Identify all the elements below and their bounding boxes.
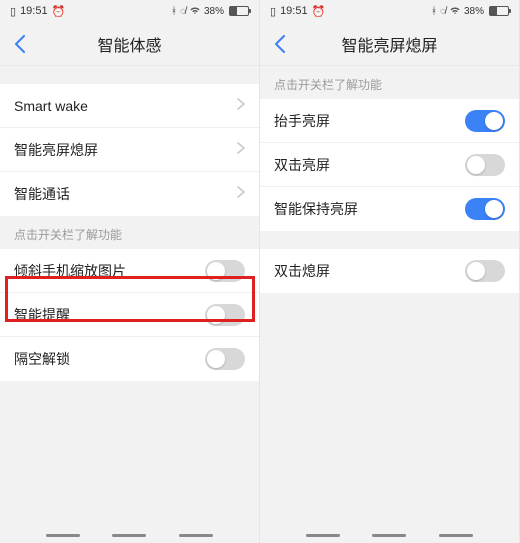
- section-hint: 点击开关栏了解功能: [260, 66, 519, 99]
- row-raise-to-wake[interactable]: 抬手亮屏: [260, 99, 519, 143]
- wifi-icon: [449, 5, 461, 18]
- battery-percent: 38%: [464, 6, 484, 17]
- phone-right: ▯ 19:51 ⏰ ᚼ ◌̸ 38% 智能亮屏熄屏 点击开关栏了解功能 抬手亮屏…: [260, 0, 520, 543]
- toggle-double-tap-wake[interactable]: [465, 154, 505, 176]
- row-smart-screen[interactable]: 智能亮屏熄屏: [0, 128, 259, 172]
- toggle-air-unlock[interactable]: [205, 348, 245, 370]
- nav-key-back[interactable]: [46, 534, 80, 537]
- bluetooth-icon: ᚼ: [431, 6, 437, 17]
- alarm-icon: ⏰: [52, 5, 66, 18]
- row-tilt-zoom[interactable]: 倾斜手机缩放图片: [0, 249, 259, 293]
- mute-icon: ◌̸: [440, 6, 446, 17]
- row-label: 智能提醒: [14, 305, 70, 325]
- toggle-tilt-zoom[interactable]: [205, 260, 245, 282]
- nav-key-home[interactable]: [372, 534, 406, 537]
- back-button[interactable]: [8, 32, 32, 56]
- mute-icon: ◌̸: [180, 6, 186, 17]
- settings-group-1: 抬手亮屏 双击亮屏 智能保持亮屏: [260, 99, 519, 231]
- row-smart-call[interactable]: 智能通话: [0, 172, 259, 216]
- battery-icon: [489, 6, 509, 16]
- row-label: 双击熄屏: [274, 261, 330, 281]
- status-time: 19:51: [280, 5, 308, 17]
- nav-key-home[interactable]: [112, 534, 146, 537]
- status-time: 19:51: [20, 5, 48, 17]
- nav-bar: [0, 534, 259, 537]
- row-label: 抬手亮屏: [274, 111, 330, 131]
- row-air-unlock[interactable]: 隔空解锁: [0, 337, 259, 381]
- chevron-right-icon: [237, 141, 245, 159]
- row-label: 倾斜手机缩放图片: [14, 261, 126, 281]
- chevron-right-icon: [237, 97, 245, 115]
- row-label: Smart wake: [14, 98, 88, 114]
- phone-left: ▯ 19:51 ⏰ ᚼ ◌̸ 38% 智能体感 Smart wake 智: [0, 0, 260, 543]
- chevron-left-icon: [14, 35, 26, 53]
- bluetooth-icon: ᚼ: [171, 6, 177, 17]
- battery-icon-small: ▯: [10, 5, 16, 18]
- status-bar: ▯ 19:51 ⏰ ᚼ ◌̸ 38%: [260, 0, 519, 22]
- toggle-smart-keep-on[interactable]: [465, 198, 505, 220]
- toggle-double-tap-off[interactable]: [465, 260, 505, 282]
- battery-icon: [229, 6, 249, 16]
- header: 智能体感: [0, 22, 259, 66]
- battery-percent: 38%: [204, 6, 224, 17]
- status-bar: ▯ 19:51 ⏰ ᚼ ◌̸ 38%: [0, 0, 259, 22]
- battery-icon-small: ▯: [270, 5, 276, 18]
- page-title: 智能体感: [97, 32, 161, 56]
- nav-key-back[interactable]: [306, 534, 340, 537]
- row-double-tap-wake[interactable]: 双击亮屏: [260, 143, 519, 187]
- chevron-left-icon: [274, 35, 286, 53]
- row-label: 隔空解锁: [14, 349, 70, 369]
- row-label: 智能通话: [14, 184, 70, 204]
- alarm-icon: ⏰: [312, 5, 326, 18]
- wifi-icon: [189, 5, 201, 18]
- toggle-smart-remind[interactable]: [205, 304, 245, 326]
- row-smart-remind[interactable]: 智能提醒: [0, 293, 259, 337]
- settings-group-2: 双击熄屏: [260, 249, 519, 293]
- header: 智能亮屏熄屏: [260, 22, 519, 66]
- page-title: 智能亮屏熄屏: [341, 32, 437, 56]
- section-hint: 点击开关栏了解功能: [0, 216, 259, 249]
- nav-key-recent[interactable]: [179, 534, 213, 537]
- chevron-right-icon: [237, 185, 245, 203]
- settings-group-1: Smart wake 智能亮屏熄屏 智能通话: [0, 84, 259, 216]
- settings-group-2: 倾斜手机缩放图片 智能提醒 隔空解锁: [0, 249, 259, 381]
- row-smart-wake[interactable]: Smart wake: [0, 84, 259, 128]
- back-button[interactable]: [268, 32, 292, 56]
- row-label: 双击亮屏: [274, 155, 330, 175]
- row-double-tap-off[interactable]: 双击熄屏: [260, 249, 519, 293]
- toggle-raise-to-wake[interactable]: [465, 110, 505, 132]
- nav-key-recent[interactable]: [439, 534, 473, 537]
- nav-bar: [260, 534, 519, 537]
- row-smart-keep-on[interactable]: 智能保持亮屏: [260, 187, 519, 231]
- row-label: 智能保持亮屏: [274, 199, 358, 219]
- row-label: 智能亮屏熄屏: [14, 140, 98, 160]
